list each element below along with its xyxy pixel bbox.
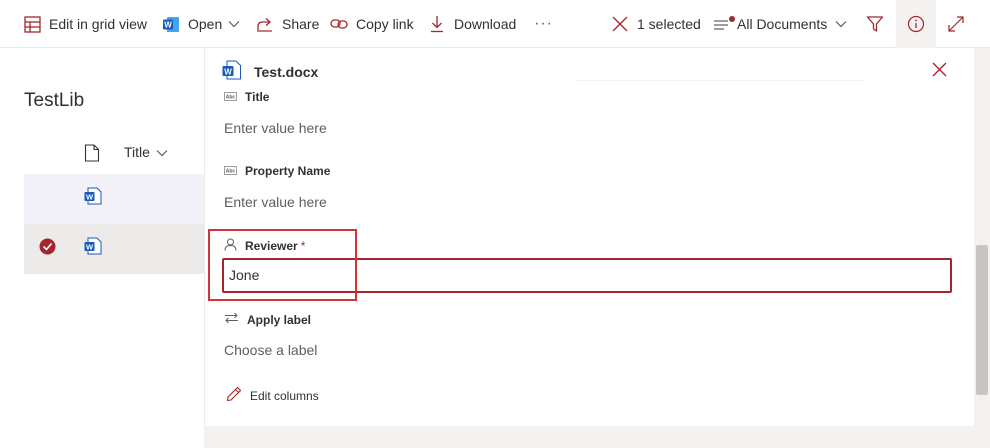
share-icon (256, 15, 274, 33)
word-doc-icon: W (222, 60, 242, 83)
share-label: Share (282, 16, 320, 32)
details-header: W Test.docx (222, 60, 318, 83)
apply-label-text: Apply label (247, 312, 312, 327)
download-icon (428, 15, 446, 33)
svg-text:W: W (224, 67, 232, 76)
annotation-highlight-box (208, 229, 357, 301)
view-selector[interactable]: All Documents (713, 0, 847, 48)
expand-icon (947, 15, 965, 33)
open-label: Open (188, 16, 223, 32)
chevron-down-icon (835, 20, 847, 28)
download-label: Download (454, 16, 517, 32)
list-row-selected[interactable]: W (24, 224, 204, 274)
chevron-down-icon (228, 20, 240, 28)
word-doc-icon: W (84, 187, 102, 210)
command-bar: Edit in grid view W Open Share Copy link… (0, 0, 990, 48)
share-button[interactable]: Share (256, 0, 319, 48)
property-label-text: Property Name (245, 164, 331, 178)
close-icon (932, 62, 947, 81)
svg-text:W: W (86, 243, 94, 252)
expand-button[interactable] (947, 0, 965, 48)
download-button[interactable]: Download (428, 0, 516, 48)
text-field-icon: Abc (224, 90, 237, 104)
filter-button[interactable] (866, 0, 884, 48)
title-field[interactable]: Enter value here (224, 120, 327, 136)
checkmark-icon[interactable] (39, 238, 56, 260)
file-type-icon[interactable] (84, 144, 100, 167)
close-icon (611, 15, 629, 33)
view-options-icon (713, 15, 735, 33)
svg-text:Abc: Abc (226, 169, 236, 175)
pane-footer (204, 426, 990, 448)
open-button[interactable]: W Open (162, 0, 240, 48)
svg-text:W: W (164, 20, 172, 29)
filter-icon (866, 15, 884, 33)
divider (575, 80, 865, 81)
title-column-header[interactable]: Title (124, 144, 168, 160)
view-label: All Documents (737, 16, 828, 32)
link-icon (330, 15, 348, 33)
text-field-icon: Abc (224, 164, 237, 178)
edit-columns-link[interactable]: Edit columns (226, 386, 319, 405)
apply-label-field[interactable]: Choose a label (224, 342, 317, 358)
copy-link-label: Copy link (356, 16, 414, 32)
property-field[interactable]: Enter value here (224, 194, 327, 210)
more-button[interactable]: ··· (534, 0, 553, 48)
clear-selection-button[interactable]: 1 selected (611, 0, 701, 48)
title-field-label: Abc Title (224, 90, 269, 104)
chevron-down-icon (156, 144, 168, 160)
pencil-icon (226, 386, 242, 405)
edit-grid-label: Edit in grid view (49, 16, 148, 32)
list-row[interactable]: W (24, 174, 204, 224)
apply-label-field-label: Apply label (224, 312, 311, 327)
edit-grid-button[interactable]: Edit in grid view (23, 0, 147, 48)
close-pane-button[interactable] (932, 62, 947, 82)
scrollbar-thumb[interactable] (976, 245, 988, 395)
edit-columns-label: Edit columns (250, 388, 319, 403)
info-icon (907, 15, 925, 33)
property-field-label: Abc Property Name (224, 164, 330, 178)
info-pane-button[interactable] (896, 0, 936, 48)
svg-text:Abc: Abc (226, 95, 236, 101)
swap-icon (224, 312, 239, 327)
word-icon: W (162, 15, 180, 33)
copy-link-button[interactable]: Copy link (330, 0, 414, 48)
selected-count: 1 selected (637, 16, 701, 32)
title-label-text: Title (245, 90, 270, 104)
file-name: Test.docx (254, 63, 319, 80)
library-title: TestLib (24, 90, 85, 111)
title-column-label: Title (124, 144, 150, 160)
grid-icon (23, 15, 41, 33)
svg-text:W: W (86, 193, 94, 202)
word-doc-icon: W (84, 237, 102, 260)
